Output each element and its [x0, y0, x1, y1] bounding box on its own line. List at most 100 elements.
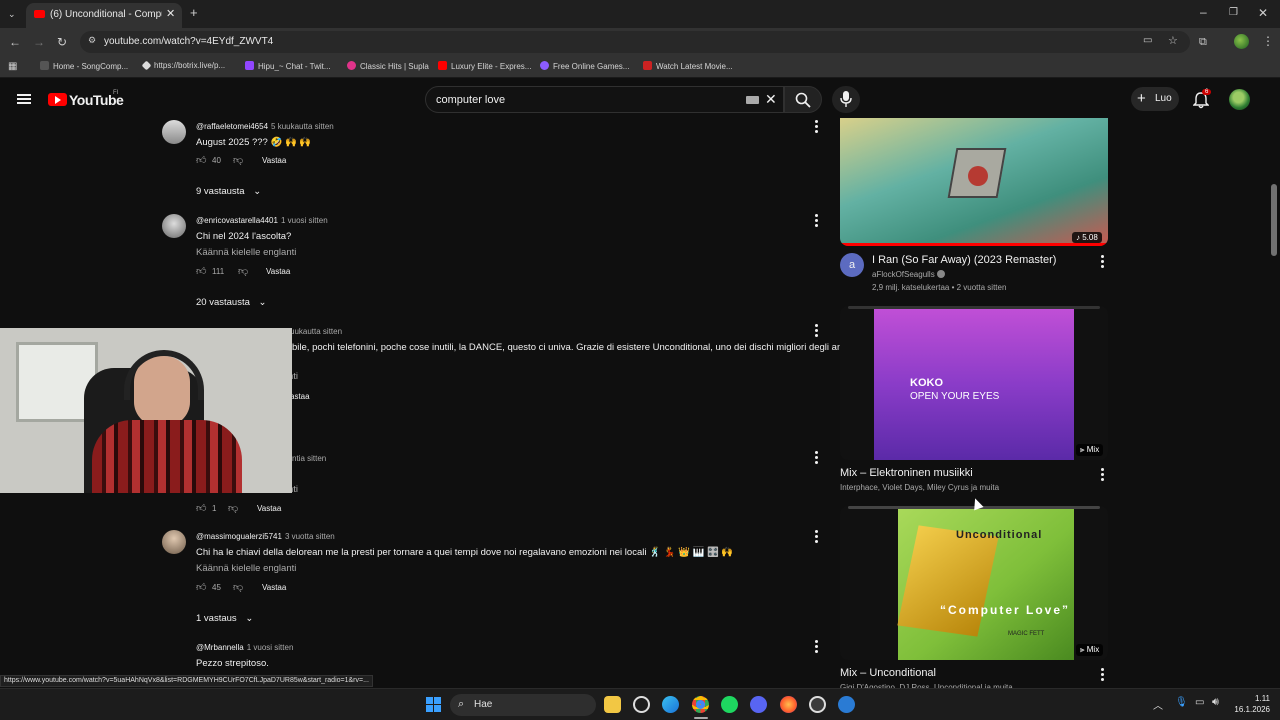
comment-menu-icon[interactable]	[812, 324, 820, 338]
microphone-tray-icon[interactable]: 🎙︎	[1175, 697, 1188, 708]
bookmark-free-games[interactable]: Free Online Games...	[540, 61, 629, 71]
dislike-icon[interactable]: 👎︎	[238, 265, 248, 277]
page-scrollbar[interactable]	[1268, 80, 1280, 688]
bookmark-movies[interactable]: Watch Latest Movie...	[643, 61, 733, 71]
display-tray-icon[interactable]: ▭	[1195, 697, 1204, 708]
comment-menu-icon[interactable]	[812, 120, 820, 134]
url-field[interactable]: ⚙ youtube.com/watch?v=4EYdf_ZWVT4 ▭ ☆	[80, 31, 1190, 53]
volume-tray-icon[interactable]: 🔊︎	[1212, 696, 1219, 709]
tab-list-icon[interactable]: ⌄	[8, 8, 16, 20]
clock-date: 16.1.2026	[1234, 705, 1270, 714]
reply-button[interactable]: Vastaa	[266, 267, 290, 276]
comment-author[interactable]: ntia sitten	[292, 454, 326, 463]
taskbar-search[interactable]: ⌕ Hae	[450, 694, 596, 716]
like-icon[interactable]: 👍︎	[196, 154, 206, 166]
supla-icon	[347, 61, 356, 70]
bookmark-songcomp[interactable]: Home - SongComp...	[40, 61, 128, 71]
video-menu-icon[interactable]	[1098, 668, 1106, 682]
comment-author[interactable]: @massimogualerzi5741 3 vuotta sitten	[196, 532, 335, 541]
comment-menu-icon[interactable]	[812, 214, 820, 228]
hamburger-menu-icon[interactable]	[17, 94, 31, 104]
back-icon[interactable]: ←	[9, 36, 21, 48]
related-videos: ♪ 5.08 a I Ran (So Far Away) (2023 Remas…	[840, 118, 1108, 692]
tab-close-icon[interactable]: ✕	[166, 7, 175, 20]
channel-avatar[interactable]: a	[840, 253, 864, 277]
search-button[interactable]	[784, 86, 822, 113]
close-window-icon[interactable]: ✕	[1258, 7, 1268, 19]
notifications-button[interactable]: 6	[1192, 89, 1212, 110]
reply-button[interactable]: Vastaa	[257, 504, 281, 513]
bookmark-star-icon[interactable]: ☆	[1168, 34, 1178, 47]
replies-toggle[interactable]: 9 vastausta ⌄	[196, 186, 261, 197]
spotify-icon[interactable]	[721, 696, 738, 713]
mix-thumbnail[interactable]: KOKO OPEN YOUR EYES ⫸ Mix	[840, 306, 1108, 460]
video-thumbnail[interactable]: ♪ 5.08	[840, 118, 1108, 246]
keyboard-icon[interactable]	[746, 96, 759, 104]
reply-button[interactable]: astaa	[290, 392, 310, 401]
clear-search-icon[interactable]: ✕	[765, 91, 777, 108]
app-icon[interactable]	[838, 696, 855, 713]
reload-icon[interactable]: ↻	[57, 36, 67, 48]
windows-start-icon[interactable]	[426, 697, 441, 712]
video-title[interactable]: Mix – Elektroninen musiikki	[840, 467, 973, 479]
comment-author[interactable]: @enricovastarella4401 1 vuosi sitten	[196, 216, 328, 225]
clock[interactable]: 1.11 16.1.2026	[1230, 693, 1270, 715]
bookmark-luxury-elite[interactable]: Luxury Elite - Expres...	[438, 61, 531, 71]
search-input[interactable]: computer love ✕	[425, 86, 784, 113]
profile-avatar[interactable]	[1234, 34, 1249, 49]
extensions-icon[interactable]: ⧉	[1199, 36, 1207, 48]
video-title[interactable]: Mix – Unconditional	[840, 667, 936, 679]
translate-link[interactable]: Käännä kielelle englanti	[196, 563, 296, 574]
file-explorer-icon[interactable]	[604, 696, 621, 713]
bookmark-supla[interactable]: Classic Hits | Supla	[347, 61, 429, 71]
edge-icon[interactable]	[662, 696, 679, 713]
translate-link[interactable]: Käännä kielelle englanti	[196, 247, 296, 258]
create-button[interactable]: + Luo	[1131, 87, 1179, 111]
dislike-icon[interactable]: 👎︎	[233, 154, 243, 166]
restore-icon[interactable]: ❐	[1229, 7, 1238, 19]
commenter-avatar[interactable]	[162, 120, 186, 144]
replies-toggle[interactable]: 1 vastaus ⌄	[196, 613, 253, 624]
new-tab-icon[interactable]: +	[190, 6, 198, 19]
bookmark-twitch[interactable]: Hipu_~ Chat - Twit...	[245, 61, 331, 71]
voice-search-button[interactable]	[832, 86, 860, 113]
mix-thumbnail[interactable]: Unconditional “Computer Love” MAGIC FETT…	[840, 506, 1108, 660]
like-icon[interactable]: 👍︎	[196, 581, 206, 593]
video-menu-icon[interactable]	[1098, 255, 1106, 269]
minimize-icon[interactable]: –	[1200, 6, 1207, 18]
comment-menu-icon[interactable]	[812, 451, 820, 465]
commenter-avatar[interactable]	[162, 214, 186, 238]
like-icon[interactable]: 👍︎	[196, 502, 206, 514]
replies-toggle[interactable]: 20 vastausta ⌄	[196, 297, 266, 308]
chrome-icon[interactable]	[692, 696, 709, 713]
active-tab[interactable]: (6) Unconditional - Computer L ✕	[26, 3, 182, 28]
comment-author[interactable]: @raffaeletomei4654 5 kuukautta sitten	[196, 122, 334, 131]
dislike-icon[interactable]: 👎︎	[228, 502, 238, 514]
scrollbar-thumb[interactable]	[1271, 184, 1277, 256]
obs-icon[interactable]	[809, 696, 826, 713]
tray-chevron-icon[interactable]: ︿	[1153, 697, 1163, 712]
forward-icon[interactable]: →	[33, 36, 45, 48]
cast-icon[interactable]: ▭	[1143, 35, 1152, 46]
comment-menu-icon[interactable]	[812, 640, 820, 654]
bookmark-botrix[interactable]: https://botrix.live/p...	[141, 60, 225, 71]
commenter-avatar[interactable]	[162, 530, 186, 554]
comment-menu-icon[interactable]	[812, 530, 820, 544]
capture-tool-icon[interactable]	[633, 696, 650, 713]
comment-author[interactable]: @Mrbannella 1 vuosi sitten	[196, 643, 293, 652]
reply-button[interactable]: Vastaa	[262, 583, 286, 592]
site-info-icon[interactable]: ⚙	[88, 35, 96, 46]
dislike-icon[interactable]: 👎︎	[233, 581, 243, 593]
mix-icon: ⫸	[1080, 445, 1085, 454]
account-avatar[interactable]	[1229, 89, 1250, 110]
firefox-icon[interactable]	[780, 696, 797, 713]
discord-icon[interactable]	[750, 696, 767, 713]
apps-grid-icon[interactable]: ▦	[8, 61, 17, 73]
video-menu-icon[interactable]	[1098, 468, 1106, 482]
like-icon[interactable]: 👍︎	[196, 265, 206, 277]
video-title[interactable]: I Ran (So Far Away) (2023 Remaster)	[872, 254, 1056, 266]
comment-author[interactable]: kuukautta sitten	[286, 327, 342, 336]
reply-button[interactable]: Vastaa	[262, 156, 286, 165]
menu-icon[interactable]: ⋮	[1262, 35, 1274, 47]
channel-name[interactable]: aFlockOfSeagulls	[872, 270, 945, 279]
